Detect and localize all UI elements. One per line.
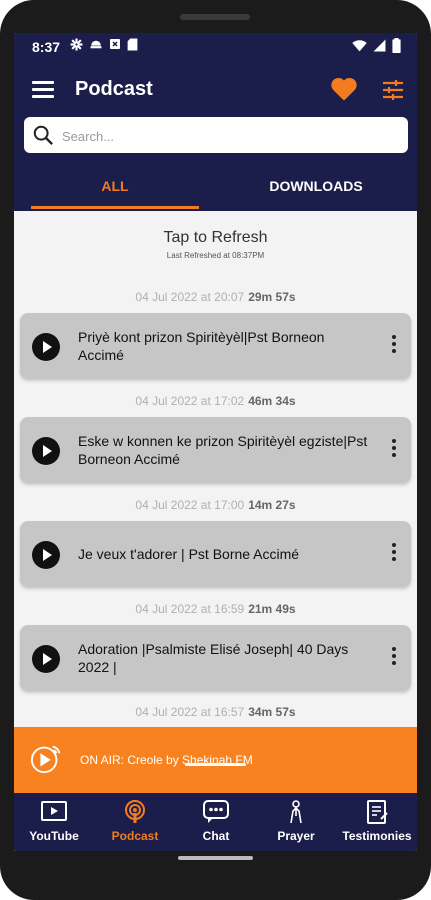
system-icons xyxy=(352,38,401,53)
episode-card[interactable]: Je veux t'adorer | Pst Borne Accimé xyxy=(20,521,411,587)
play-icon[interactable] xyxy=(32,333,60,361)
podcast-icon xyxy=(125,800,145,823)
youtube-icon xyxy=(41,801,67,821)
episode-title: Priyè kont prizon Spiritèyèl|Pst Borneon… xyxy=(78,329,325,363)
nav-testimonies[interactable]: Testimonies xyxy=(337,793,417,851)
episode-meta: 04 Jul 2022 at 20:07 29m 57s xyxy=(14,290,417,304)
play-icon[interactable] xyxy=(32,645,60,673)
nav-youtube[interactable]: YouTube xyxy=(14,793,94,851)
tab-selected-indicator xyxy=(31,206,199,209)
signal-icon xyxy=(373,39,386,52)
episode-meta: 04 Jul 2022 at 16:59 21m 49s xyxy=(14,602,417,616)
page-title: Podcast xyxy=(75,78,153,100)
episode-list[interactable]: Tap to Refresh Last Refreshed at 08:37PM… xyxy=(14,211,417,763)
app-notification-icon xyxy=(110,39,120,49)
drag-handle[interactable] xyxy=(185,763,246,766)
episode-meta: 04 Jul 2022 at 17:00 14m 27s xyxy=(14,498,417,512)
sd-card-icon xyxy=(127,38,138,51)
cast-icon xyxy=(90,40,102,49)
play-icon[interactable] xyxy=(32,541,60,569)
episode-card[interactable]: Eske w konnen ke prizon Spiritèyèl egzis… xyxy=(20,417,411,483)
episode-duration: 46m 34s xyxy=(248,394,296,408)
app-bar: Podcast xyxy=(14,61,417,117)
battery-icon xyxy=(392,38,401,53)
wifi-icon xyxy=(352,39,367,51)
tab-downloads[interactable]: DOWNLOADS xyxy=(226,171,406,211)
refresh-button[interactable]: Tap to Refresh xyxy=(14,229,417,247)
filter-tune-icon[interactable] xyxy=(381,78,405,102)
nav-chat[interactable]: Chat xyxy=(176,793,256,851)
status-time: 8:37 xyxy=(32,39,61,55)
last-refreshed-text: Last Refreshed at 08:37PM xyxy=(166,251,265,260)
episode-date: 04 Jul 2022 at 16:59 xyxy=(135,602,245,616)
phone-frame: 8:37 Podcast Search... ALL DOWNLOADS Tap… xyxy=(0,0,431,900)
episode-card[interactable]: Adoration |Psalmiste Elisé Joseph| 40 Da… xyxy=(20,625,411,691)
tab-bar: ALL DOWNLOADS xyxy=(14,171,417,211)
app-screen: 8:37 Podcast Search... ALL DOWNLOADS Tap… xyxy=(14,33,417,851)
menu-button[interactable] xyxy=(32,81,54,99)
status-bar: 8:37 xyxy=(14,33,417,61)
hamburger-icon xyxy=(32,81,54,84)
episode-title: Adoration |Psalmiste Elisé Joseph| 40 Da… xyxy=(78,641,349,675)
episode-meta: 04 Jul 2022 at 17:02 46m 34s xyxy=(14,394,417,408)
episode-date: 04 Jul 2022 at 17:02 xyxy=(135,394,245,408)
episode-date: 04 Jul 2022 at 17:00 xyxy=(135,498,245,512)
episode-duration: 29m 57s xyxy=(248,290,296,304)
search-container xyxy=(14,117,417,171)
episode-date: 04 Jul 2022 at 16:57 xyxy=(135,705,245,719)
episode-meta: 04 Jul 2022 at 16:57 34m 57s xyxy=(14,705,417,719)
search-icon xyxy=(33,125,54,146)
more-options-icon[interactable] xyxy=(391,543,397,563)
nav-prayer[interactable]: Prayer xyxy=(256,793,336,851)
nav-label: Testimonies xyxy=(342,829,412,843)
notification-icons xyxy=(70,38,138,51)
phone-speaker xyxy=(180,14,250,20)
prayer-icon xyxy=(290,800,302,824)
episode-duration: 34m 57s xyxy=(248,705,296,719)
more-options-icon[interactable] xyxy=(391,335,397,355)
search-input[interactable] xyxy=(60,123,394,149)
favorites-heart-icon[interactable] xyxy=(330,76,358,102)
bottom-navigation: YouTube Podcast Chat Prayer Testimonies xyxy=(14,793,417,851)
nav-label: Prayer xyxy=(277,829,315,843)
chat-icon xyxy=(203,800,229,823)
settings-icon xyxy=(70,38,83,51)
more-options-icon[interactable] xyxy=(391,439,397,459)
nav-label: YouTube xyxy=(29,829,79,843)
more-options-icon[interactable] xyxy=(391,647,397,667)
now-playing-bar[interactable]: ON AIR: Creole by Shekinah FM xyxy=(14,727,417,793)
testimonies-icon xyxy=(367,800,388,824)
home-indicator[interactable] xyxy=(178,856,253,860)
nav-podcast[interactable]: Podcast xyxy=(95,793,175,851)
episode-duration: 21m 49s xyxy=(248,602,296,616)
search-bar xyxy=(24,117,408,153)
episode-title: Eske w konnen ke prizon Spiritèyèl egzis… xyxy=(78,433,368,467)
episode-card[interactable]: Priyè kont prizon Spiritèyèl|Pst Borneon… xyxy=(20,313,411,379)
episode-duration: 14m 27s xyxy=(248,498,296,512)
nav-label: Podcast xyxy=(111,829,159,843)
radio-play-icon[interactable] xyxy=(30,740,64,776)
nav-label: Chat xyxy=(202,829,230,843)
tab-all[interactable]: ALL xyxy=(31,171,199,211)
episode-date: 04 Jul 2022 at 20:07 xyxy=(135,290,245,304)
episode-title: Je veux t'adorer | Pst Borne Accimé xyxy=(78,546,300,562)
play-icon[interactable] xyxy=(32,437,60,465)
